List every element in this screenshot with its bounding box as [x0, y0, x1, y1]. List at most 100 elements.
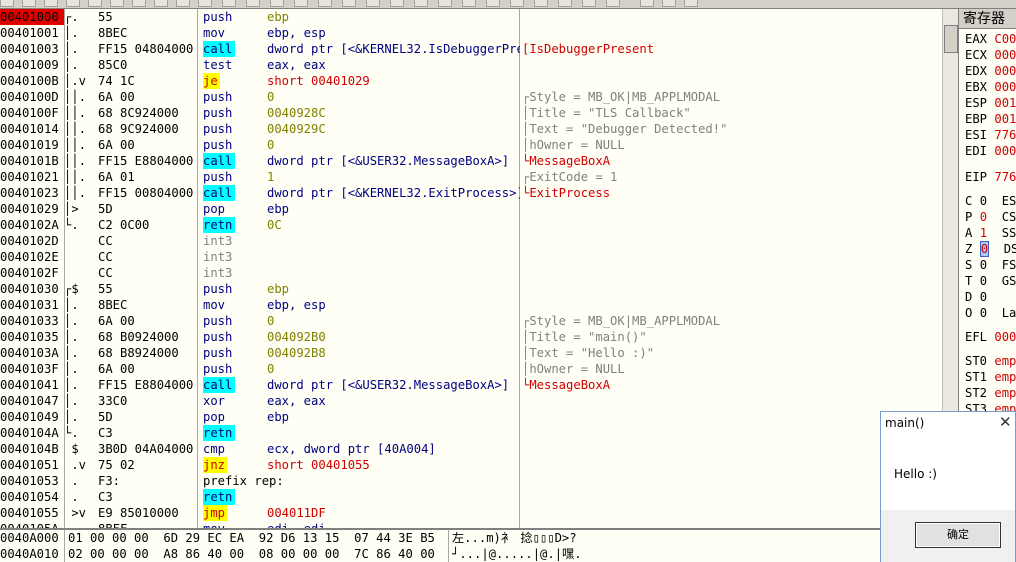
disasm-row[interactable]: 00401003 │. FF15 04804000 call dword ptr [<&…: [0, 41, 942, 57]
disasm-row[interactable]: 00401035 │. 68 B0924000 push 004092B0 │Title …: [0, 329, 942, 345]
toolbar-button[interactable]: [132, 0, 146, 7]
toolbar-button[interactable]: [110, 0, 124, 7]
dump-row[interactable]: 0040A000 01 00 00 00 6D 29 EC EA 92 D6 13…: [0, 530, 1016, 546]
register-row[interactable]: ESP 001: [965, 95, 1016, 111]
disasm-row[interactable]: 00401019 ││. 6A 00 push 0 │hOwner = NULL: [0, 137, 942, 153]
toolbar-button[interactable]: [294, 0, 308, 7]
flag-value[interactable]: 0: [980, 306, 987, 320]
flag-value[interactable]: 0: [980, 258, 987, 272]
disasm-row[interactable]: 0040102A └. C2 0C00 retn 0C: [0, 217, 942, 233]
disasm-row[interactable]: 00401014 ││. 68 9C924000 push 0040929C │Text …: [0, 121, 942, 137]
disasm-row[interactable]: 00401051 .v 75 02 jnz short 00401055: [0, 457, 942, 473]
toolbar-button[interactable]: [44, 0, 58, 7]
ok-button[interactable]: 确定: [915, 522, 1001, 548]
disassembly-pane[interactable]: 00401000 ┌. 55 push ebp 00401001 │. 8BEC mov ebp,…: [0, 9, 942, 528]
disasm-row[interactable]: 0040103F │. 6A 00 push 0 │hOwner = NULL: [0, 361, 942, 377]
flag-row[interactable]: S 0 FS: [965, 257, 1016, 273]
disasm-row[interactable]: 00401041 │. FF15 E8804000 call dword ptr [<&…: [0, 377, 942, 393]
toolbar-button[interactable]: [510, 0, 524, 7]
flag-value[interactable]: 1: [980, 226, 987, 240]
register-row[interactable]: ECX 000: [965, 47, 1016, 63]
toolbar-button[interactable]: [154, 0, 168, 7]
toolbar-button[interactable]: [684, 0, 698, 7]
register-row[interactable]: EDI 000: [965, 143, 1016, 159]
disasm-row[interactable]: 00401000 ┌. 55 push ebp: [0, 9, 942, 25]
toolbar-button[interactable]: [390, 0, 404, 7]
dump-row[interactable]: 0040A010 02 00 00 00 A8 86 40 00 08 00 00…: [0, 546, 1016, 562]
flag-row[interactable]: T 0 GS: [965, 273, 1016, 289]
toolbar-button[interactable]: [606, 0, 620, 7]
flag-row[interactable]: P 0 CS: [965, 209, 1016, 225]
disasm-row[interactable]: 00401055 >v E9 85010000 jmp 004011DF: [0, 505, 942, 521]
toolbar-button[interactable]: [270, 0, 284, 7]
toolbar-button[interactable]: [246, 0, 260, 7]
close-icon[interactable]: ✕: [999, 415, 1012, 430]
toolbar-button[interactable]: [438, 0, 452, 7]
toolbar-button[interactable]: [198, 0, 212, 7]
flag-value[interactable]: 0: [980, 274, 987, 288]
disasm-row[interactable]: 0040100F ││. 68 8C924000 push 0040928C │Title…: [0, 105, 942, 121]
disasm-row[interactable]: 0040104B $3B0D 04A04000 cmp ecx, dword ptr…: [0, 441, 942, 457]
flag-value[interactable]: 0: [980, 194, 987, 208]
flag-row[interactable]: A 1 SS: [965, 225, 1016, 241]
register-row[interactable]: EDX 000: [965, 63, 1016, 79]
memory-dump-pane[interactable]: 0040A000 01 00 00 00 6D 29 EC EA 92 D6 13…: [0, 528, 1016, 562]
disasm-row[interactable]: 00401033 │. 6A 00 push 0 ┌Style = MB_OK|MB_AP…: [0, 313, 942, 329]
disasm-row[interactable]: 00401054 . C3 retn: [0, 489, 942, 505]
disasm-row[interactable]: 0040104A └. C3 retn: [0, 425, 942, 441]
scrollbar-thumb[interactable]: [944, 25, 958, 53]
disasm-row[interactable]: 0040102E CC int3: [0, 249, 942, 265]
register-row[interactable]: EBX 000: [965, 79, 1016, 95]
register-row[interactable]: ESI 776: [965, 127, 1016, 143]
disasm-row[interactable]: 0040100B │.v 74 1C je short 00401029: [0, 73, 942, 89]
disasm-row[interactable]: 0040101B ││. FF15 E8804000 call dword ptr [<…: [0, 153, 942, 169]
disasm-row[interactable]: 00401030 ┌$ 55 push ebp: [0, 281, 942, 297]
toolbar-button[interactable]: [222, 0, 236, 7]
toolbar-button[interactable]: [318, 0, 332, 7]
disasm-row[interactable]: 00401047 │. 33C0 xor eax, eax: [0, 393, 942, 409]
register-row[interactable]: EBP 001: [965, 111, 1016, 127]
toolbar-button[interactable]: [366, 0, 380, 7]
disasm-row[interactable]: 00401031 │. 8BEC mov ebp, esp: [0, 297, 942, 313]
register-row-eip[interactable]: EIP 776: [965, 169, 1016, 185]
toolbar-button[interactable]: [22, 0, 36, 7]
disasm-row[interactable]: 00401049 │. 5D pop ebp: [0, 409, 942, 425]
register-row[interactable]: EAX C00: [965, 31, 1016, 47]
toolbar-button[interactable]: [342, 0, 356, 7]
toolbar-button[interactable]: [582, 0, 596, 7]
toolbar-button[interactable]: [640, 0, 654, 7]
fpu-register-row[interactable]: ST0 emp: [965, 353, 1016, 369]
toolbar-button[interactable]: [176, 0, 190, 7]
flag-row[interactable]: O 0 La: [965, 305, 1016, 321]
toolbar-button[interactable]: [462, 0, 476, 7]
disasm-row[interactable]: 00401023 ││. FF15 00804000 call dword ptr [<…: [0, 185, 942, 201]
disasm-row[interactable]: 00401053 . F3: prefix rep:: [0, 473, 942, 489]
toolbar-button[interactable]: [88, 0, 102, 7]
flag-value[interactable]: 0: [980, 290, 987, 304]
disasm-row[interactable]: 00401029 │> 5D pop ebp: [0, 201, 942, 217]
fpu-register-row[interactable]: ST2 emp: [965, 385, 1016, 401]
disasm-row[interactable]: 0040105A . 8BFF mov edi, edi: [0, 521, 942, 528]
toolbar-button[interactable]: [0, 0, 14, 7]
toolbar-button[interactable]: [662, 0, 676, 7]
comment: [522, 521, 942, 528]
disasm-row[interactable]: 00401009 │. 85C0 test eax, eax: [0, 57, 942, 73]
toolbar-button[interactable]: [534, 0, 548, 7]
flag-row[interactable]: Z 0 DS: [965, 241, 1016, 257]
toolbar-button[interactable]: [414, 0, 428, 7]
flag-value[interactable]: 0: [979, 241, 990, 257]
disasm-row[interactable]: 00401021 ││. 6A 01 push 1 ┌ExitCode = 1: [0, 169, 942, 185]
register-row-efl[interactable]: EFL 000: [965, 329, 1016, 345]
disasm-row[interactable]: 0040102D CC int3: [0, 233, 942, 249]
flag-row[interactable]: C 0 ES: [965, 193, 1016, 209]
toolbar-button[interactable]: [486, 0, 500, 7]
toolbar-button[interactable]: [66, 0, 80, 7]
fpu-register-row[interactable]: ST1 emp: [965, 369, 1016, 385]
toolbar-button[interactable]: [558, 0, 572, 7]
flag-row[interactable]: D 0: [965, 289, 1002, 305]
disasm-row[interactable]: 0040102F CC int3: [0, 265, 942, 281]
flag-value[interactable]: 0: [980, 210, 987, 224]
disasm-row[interactable]: 00401001 │. 8BEC mov ebp, esp: [0, 25, 942, 41]
disasm-row[interactable]: 0040100D ││. 6A 00 push 0 ┌Style = MB_OK|MB_A…: [0, 89, 942, 105]
disasm-row[interactable]: 0040103A │. 68 B8924000 push 004092B8 │Text =…: [0, 345, 942, 361]
